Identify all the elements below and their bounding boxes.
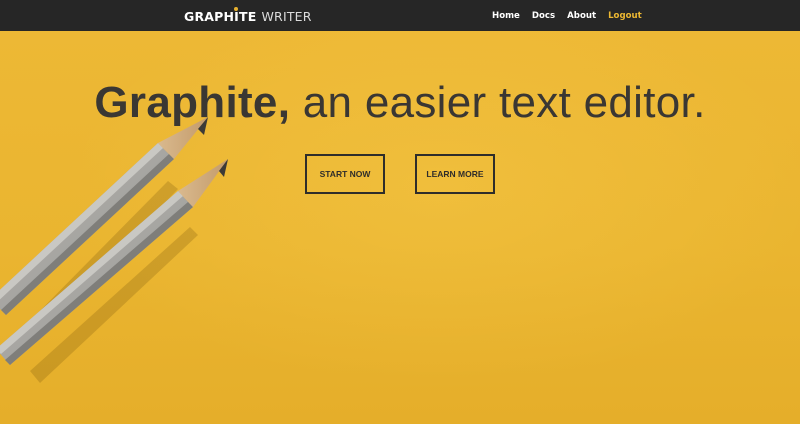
nav-link-home[interactable]: Home <box>492 11 520 21</box>
brand-name-light: WRITER <box>261 8 312 24</box>
start-now-button[interactable]: START NOW <box>305 154 385 194</box>
nav-link-logout[interactable]: Logout <box>608 11 642 21</box>
hero-headline: Graphite, an easier text editor. <box>0 75 800 131</box>
nav-link-about[interactable]: About <box>567 11 596 21</box>
brand-dot-icon <box>234 7 238 11</box>
nav-link-docs[interactable]: Docs <box>532 11 555 21</box>
top-navbar: GRAPHITE WRITER Home Docs About Logout <box>0 0 800 31</box>
learn-more-button[interactable]: LEARN MORE <box>415 154 495 194</box>
headline-rest: an easier text editor. <box>290 78 706 127</box>
brand-logo[interactable]: GRAPHITE WRITER <box>184 7 312 24</box>
brand-name-bold: GRAPHITE <box>184 8 257 24</box>
headline-strong: Graphite, <box>94 78 291 127</box>
hero-section: Graphite, an easier text editor. START N… <box>0 31 800 424</box>
nav-menu: Home Docs About Logout <box>492 0 642 31</box>
